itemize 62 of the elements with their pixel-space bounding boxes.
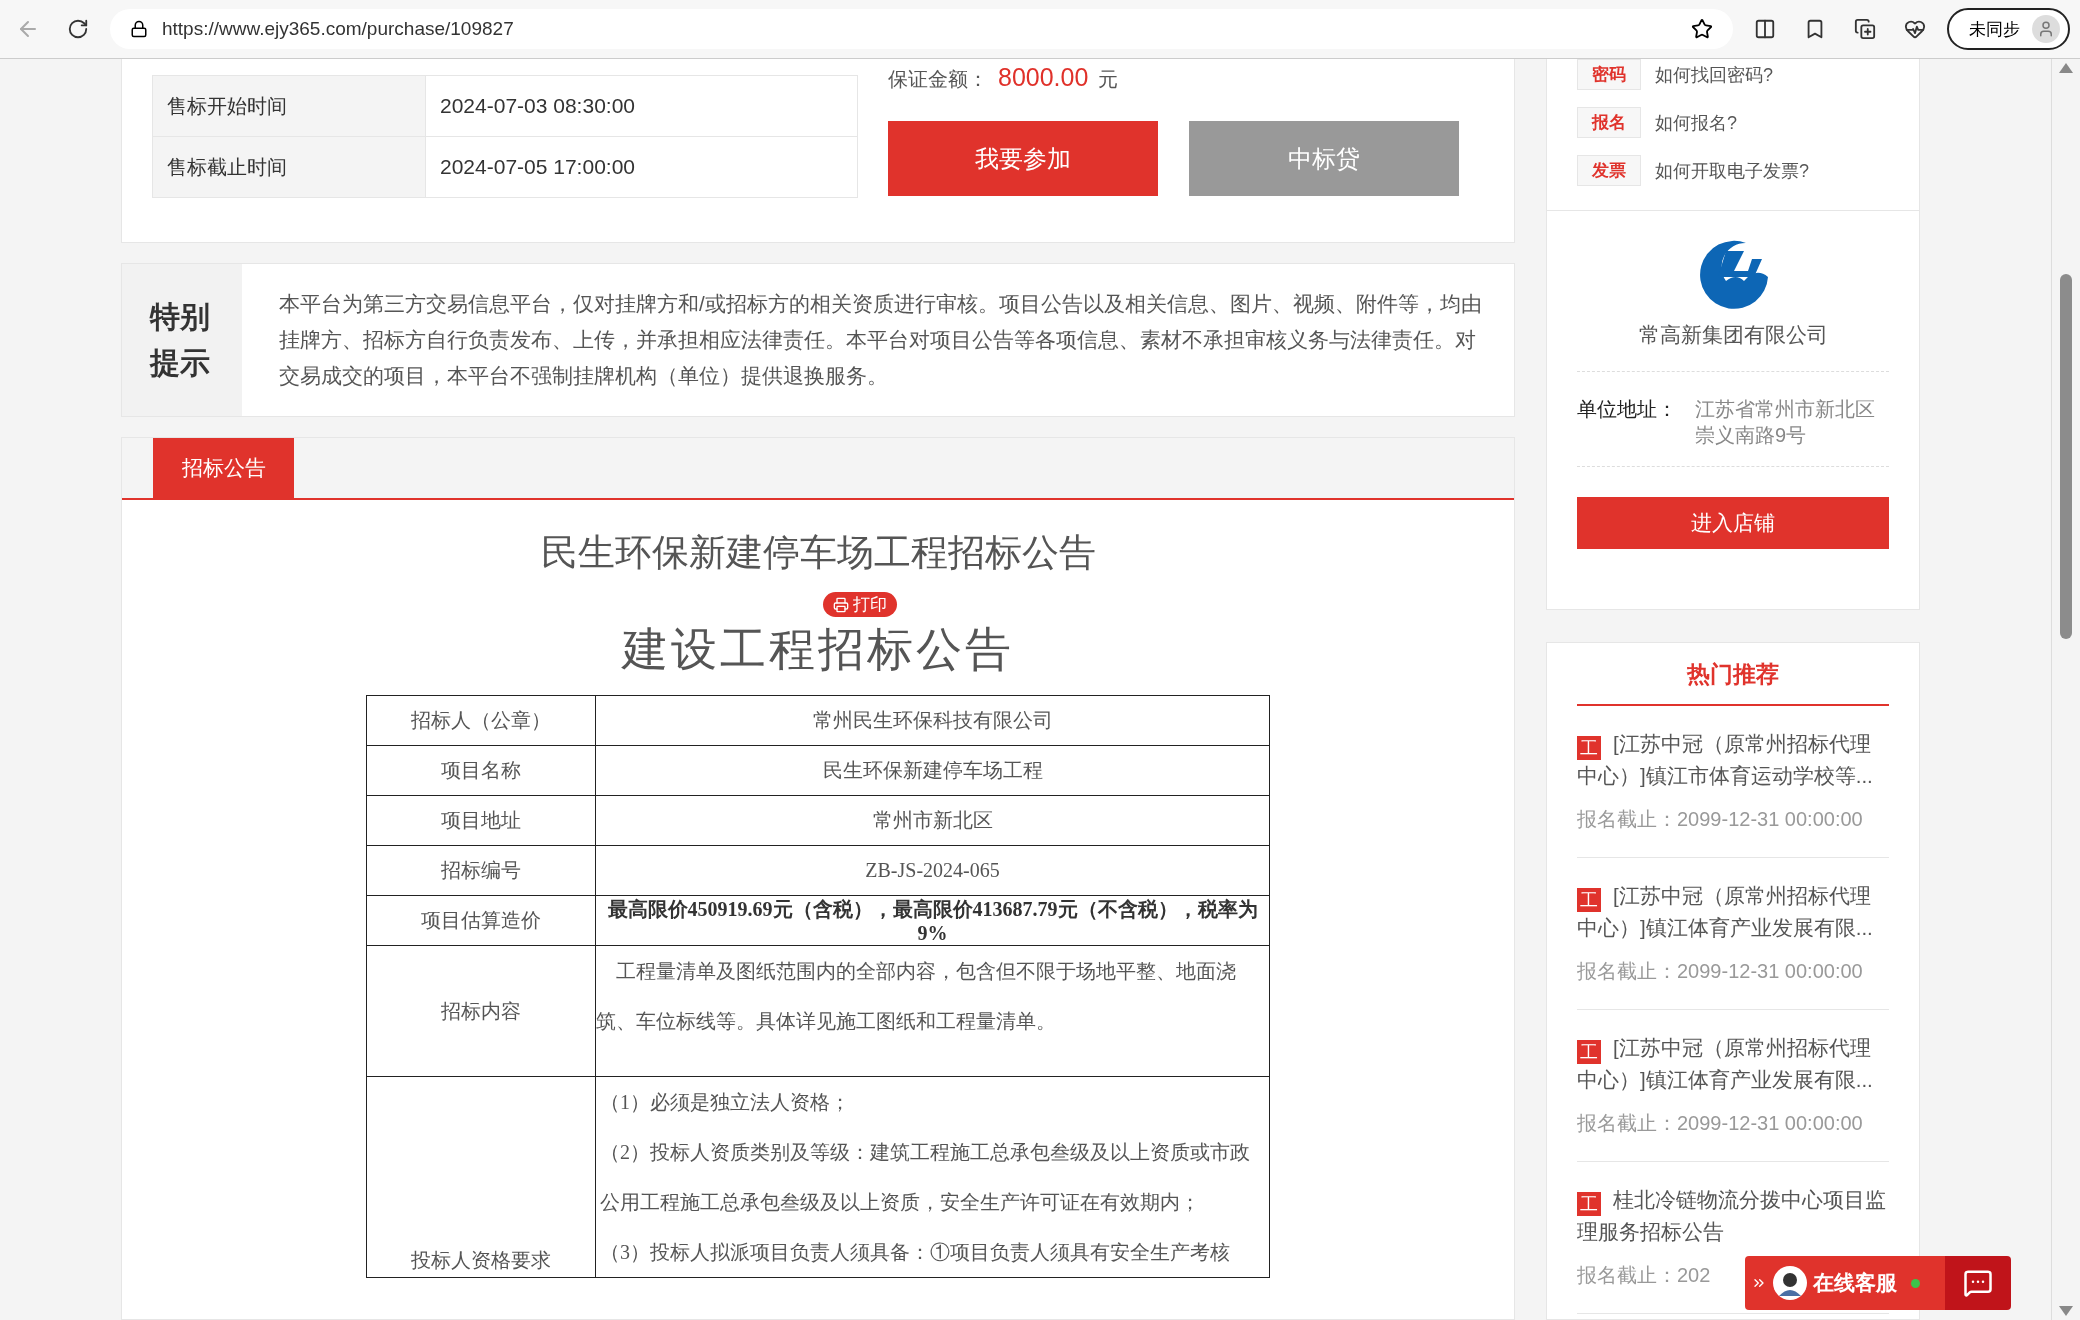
company-name: 常高新集团有限公司 <box>1637 322 1829 348</box>
url-text: https://www.ejy365.com/purchase/109827 <box>162 18 515 40</box>
deadline-text: 报名截止：202 <box>1577 1263 1711 1288</box>
address-label: 单位地址： <box>1577 397 1677 422</box>
section-title: 热门推荐 <box>1577 643 1889 706</box>
recommendation-link[interactable]: 工 桂北冷链物流分拨中心项目监理服务招标公告 <box>1577 1184 1889 1248</box>
help-link[interactable]: 如何开取电子发票? <box>1655 158 1809 183</box>
table-cell-text: 2024-07-03 08:30:00 <box>439 93 635 119</box>
table-cell-text: 项目地址 <box>440 808 522 833</box>
avatar-icon <box>1773 1266 1807 1300</box>
print-button[interactable]: 打印 <box>823 592 897 617</box>
tag: 发票 <box>1577 155 1641 186</box>
table-cell-text: 项目估算造价 <box>420 908 542 933</box>
deadline-text: 报名截止：2099-12-31 00:00:00 <box>1577 959 1863 984</box>
list-item: （2）投标人资质类别及等级：建筑工程施工总承包叁级及以上资质或市政公用工程施工总承包叁级及以上资质，安全生产许可证在有效期内； <box>599 1140 1251 1215</box>
enter-shop-button[interactable]: 进入店铺 <box>1577 497 1889 549</box>
recommendation-link[interactable]: 工 [江苏中冠（原常州招标代理中心）]镇江体育产业发展有限... <box>1577 880 1889 944</box>
address-bar[interactable]: https://www.ejy365.com/purchase/109827 <box>110 9 1733 49</box>
profile-button[interactable]: 未同步 <box>1947 8 2070 50</box>
scrollbar-thumb[interactable] <box>2060 274 2072 639</box>
tab[interactable]: 招标公告 <box>153 438 294 498</box>
notice-title: 特别提示 <box>150 299 211 381</box>
table-cell-text: 2024-07-05 17:00:00 <box>439 154 635 180</box>
avatar-icon <box>2032 15 2060 43</box>
tag: 密码 <box>1577 59 1641 90</box>
table-cell-text: 工程量清单及图纸范围内的全部内容，包含但不限于场地平整、地面浇筑、车位标线等。具体详见施工图纸和工程量清单。 <box>596 959 1237 1034</box>
table-cell: 售标截止时间 <box>153 137 426 197</box>
document-title: 建设工程招标公告 <box>622 623 1014 677</box>
table-cell-text: 常州民生环保科技有限公司 <box>811 708 1054 733</box>
lock-icon <box>130 20 148 38</box>
scroll-down-icon[interactable] <box>2059 1306 2073 1316</box>
printer-icon <box>833 596 849 613</box>
table-cell-text: 招标人（公章） <box>410 708 552 733</box>
table-cell-text: 招标编号 <box>440 858 522 883</box>
recommendation-link[interactable]: 工 [江苏中冠（原常州招标代理中心）]镇江市体育运动学校等... <box>1577 728 1889 792</box>
online-service-button[interactable]: 在线客服 <box>1745 1256 1945 1310</box>
table-cell-text: 投标人资格要求 <box>410 1248 552 1273</box>
currency-unit: 元 <box>1098 67 1119 92</box>
help-link[interactable]: 如何找回密码? <box>1655 62 1773 87</box>
address-text: 江苏省常州市新北区崇义南路9号 <box>1695 397 1876 448</box>
table-cell-text: 常州市新北区 <box>871 808 994 833</box>
table-cell: 售标开始时间 <box>153 76 426 136</box>
deadline-text: 报名截止：2099-12-31 00:00:00 <box>1577 807 1863 832</box>
recommendation-link[interactable]: 工 [江苏中冠（原常州招标代理中心）]镇江体育产业发展有限... <box>1577 1032 1889 1096</box>
table-cell-text: 民生环保新建停车场工程 <box>821 758 1044 783</box>
chat-icon[interactable] <box>1945 1256 2011 1310</box>
deadline-text: 报名截止：2099-12-31 00:00:00 <box>1577 1111 1863 1136</box>
help-link[interactable]: 如何报名? <box>1655 110 1737 135</box>
table-cell-text: 项目名称 <box>440 758 522 783</box>
star-icon[interactable] <box>1691 18 1713 40</box>
scroll-up-icon[interactable] <box>2059 63 2073 73</box>
list-item: （3）投标人拟派项目负责人须具备：①项目负责人须具有安全生产考核 <box>599 1240 1231 1265</box>
deposit-amount: 8000.00 <box>998 63 1089 92</box>
announcement-title: 民生环保新建停车场工程招标公告 <box>540 531 1096 575</box>
tag: 报名 <box>1577 107 1641 138</box>
table-cell-text: 最高限价450919.69元（含税），最高限价413687.79元（不含税），税率为9% <box>606 896 1259 945</box>
deposit-label: 保证金额： <box>888 67 988 92</box>
list-item: （1）必须是独立法人资格； <box>599 1090 851 1115</box>
table-cell-text: 招标内容 <box>440 998 522 1024</box>
table-cell-text: ZB-JS-2024-065 <box>864 859 1001 882</box>
notice-text: 本平台为第三方交易信息平台，仅对挂牌方和/或招标方的相关资质进行审核。项目公告以及相关信息、图片、视频、附件等，均由挂牌方、招标方自行负责发布、上传，并承担相应法律责任。本平台对项目公告等各项信息、素材不承担审核义务与法律责任。对交易成交的项目，本平台不强制挂牌机构（单位）提供退换服务。 <box>278 291 1483 389</box>
join-button[interactable]: 我要参加 <box>888 121 1158 196</box>
